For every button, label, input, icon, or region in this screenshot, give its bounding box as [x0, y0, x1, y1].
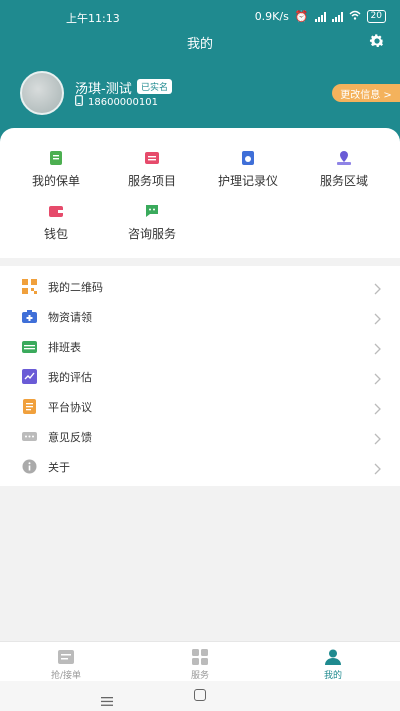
verified-badge: 已实名 — [137, 79, 173, 94]
order-icon — [57, 648, 75, 666]
tab-orders[interactable]: 抢/接单 — [26, 648, 106, 681]
menu-list: 我的二维码 物资请领 排班表 我的评估 平台协议 意见反馈 关于 — [0, 266, 400, 486]
chevron-right-icon — [374, 370, 382, 385]
grid-item-label: 服务项目 — [127, 174, 176, 188]
grid-item-wallet[interactable]: 钱包 — [6, 203, 106, 242]
status-time: 上午11:13 — [66, 12, 120, 25]
schedule-icon — [22, 339, 37, 354]
list-item-assessment[interactable]: 我的评估 — [0, 361, 400, 391]
system-nav-bar — [0, 681, 400, 711]
about-icon — [22, 459, 37, 474]
wallet-icon — [48, 203, 64, 219]
tab-label: 我的 — [323, 671, 342, 681]
service-grid-icon — [191, 648, 209, 666]
battery-icon: 20 — [366, 10, 386, 23]
home-icon[interactable] — [194, 689, 206, 701]
user-phone-row: 18600000101 — [75, 95, 158, 109]
chevron-right-icon — [374, 460, 382, 475]
assessment-icon — [22, 369, 37, 384]
chevron-right-icon — [374, 280, 382, 295]
list-item-schedule[interactable]: 排班表 — [0, 331, 400, 361]
tab-service[interactable]: 服务 — [160, 648, 240, 681]
wifi-icon — [349, 10, 361, 23]
agreement-icon — [22, 399, 37, 414]
grid-item-policy[interactable]: 我的保单 — [6, 150, 106, 189]
grid-item-label: 我的保单 — [31, 174, 80, 188]
service-area-icon — [336, 150, 352, 166]
user-phone: 18600000101 — [88, 96, 158, 108]
list-item-qrcode[interactable]: 我的二维码 — [0, 271, 400, 301]
qrcode-icon — [22, 279, 37, 294]
edit-info-button[interactable]: 更改信息 > — [332, 84, 400, 102]
feature-grid: 我的保单 服务项目 护理记录仪 服务区域 钱包 咨询服务 — [0, 128, 400, 258]
page-title: 我的 — [186, 37, 213, 52]
supplies-icon — [22, 309, 37, 324]
list-item-about[interactable]: 关于 — [0, 451, 400, 481]
grid-item-label: 护理记录仪 — [217, 174, 278, 188]
signal-icon — [314, 11, 326, 22]
tab-label: 抢/接单 — [50, 671, 82, 681]
list-item-label: 排班表 — [48, 341, 81, 354]
signal-icon — [331, 11, 343, 22]
phone-icon — [75, 95, 83, 109]
list-item-label: 我的评估 — [48, 371, 92, 384]
alarm-icon: ⏰ — [294, 10, 309, 23]
avatar[interactable] — [20, 71, 64, 115]
chevron-right-icon — [374, 400, 382, 415]
list-item-supplies[interactable]: 物资请领 — [0, 301, 400, 331]
grid-item-label: 服务区域 — [319, 174, 368, 188]
list-item-feedback[interactable]: 意见反馈 — [0, 421, 400, 451]
chevron-right-icon — [374, 310, 382, 325]
list-item-agreement[interactable]: 平台协议 — [0, 391, 400, 421]
grid-item-label: 咨询服务 — [127, 227, 176, 241]
service-items-icon — [144, 150, 160, 166]
chevron-right-icon — [374, 340, 382, 355]
list-item-label: 我的二维码 — [48, 281, 103, 294]
list-item-label: 意见反馈 — [48, 431, 92, 444]
status-bar: 上午11:13 0.9K/s ⏰ 20 — [0, 8, 400, 26]
list-item-label: 物资请领 — [48, 311, 92, 324]
policy-icon — [48, 150, 64, 166]
grid-item-label: 钱包 — [43, 227, 68, 241]
feedback-icon — [22, 429, 37, 444]
settings-gear-icon[interactable] — [368, 32, 386, 50]
chevron-right-icon — [374, 430, 382, 445]
grid-item-service-items[interactable]: 服务项目 — [102, 150, 202, 189]
tab-label: 服务 — [190, 671, 209, 681]
profile-icon — [324, 648, 342, 666]
grid-item-recorder[interactable]: 护理记录仪 — [198, 150, 298, 189]
list-item-label: 关于 — [48, 461, 70, 474]
grid-item-service-area[interactable]: 服务区域 — [294, 150, 394, 189]
bottom-tab-bar: 抢/接单 服务 我的 — [0, 641, 400, 681]
recorder-icon — [240, 150, 256, 166]
consult-icon — [144, 203, 160, 219]
tab-profile[interactable]: 我的 — [293, 648, 373, 681]
menu-icon[interactable] — [101, 691, 113, 706]
grid-item-consult[interactable]: 咨询服务 — [102, 203, 202, 242]
network-speed: 0.9K/s — [254, 10, 289, 23]
list-item-label: 平台协议 — [48, 401, 92, 414]
